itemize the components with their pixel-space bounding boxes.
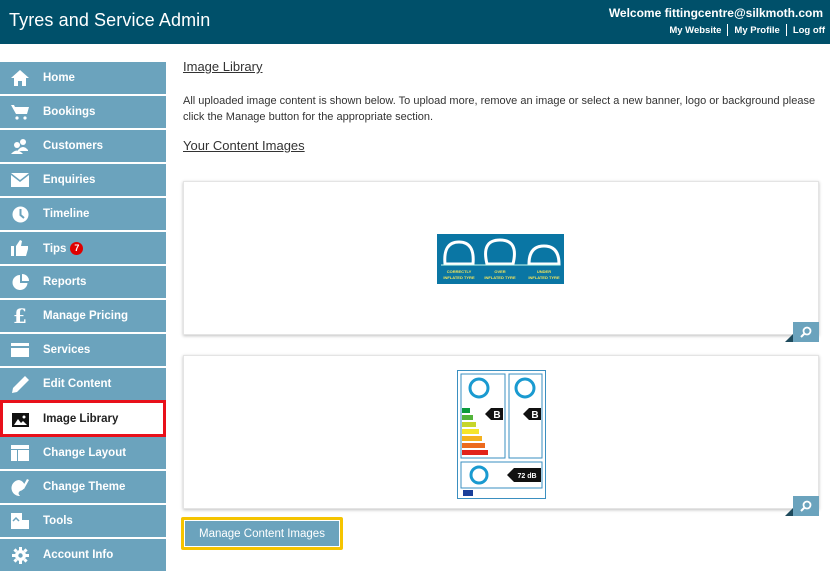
my-website-link[interactable]: My Website bbox=[669, 25, 721, 36]
users-icon bbox=[10, 137, 30, 155]
header-links: My Website My Profile Log off bbox=[669, 24, 825, 36]
sidebar-item-account-info[interactable]: Account Info bbox=[0, 539, 166, 571]
welcome-text: Welcome fittingcentre@silkmoth.com bbox=[608, 6, 823, 20]
sidebar-item-change-layout[interactable]: Change Layout bbox=[0, 437, 166, 469]
app-header: Tyres and Service Admin Welcome fittingc… bbox=[0, 0, 830, 44]
page-description: All uploaded image content is shown belo… bbox=[183, 95, 816, 123]
pie-chart-icon bbox=[10, 273, 30, 291]
zoom-image-button[interactable] bbox=[785, 496, 819, 516]
sidebar-item-label: Enquiries bbox=[43, 174, 96, 186]
page-title: Image Library bbox=[183, 59, 263, 74]
sidebar-item-label: Change Layout bbox=[43, 447, 127, 459]
sidebar-item-label: Image Library bbox=[43, 412, 119, 425]
sidebar-item-enquiries[interactable]: Enquiries bbox=[0, 164, 166, 196]
sidebar-item-label: Customers bbox=[43, 140, 104, 152]
thumbs-up-icon bbox=[10, 239, 30, 257]
envelope-icon bbox=[10, 171, 30, 189]
image-icon bbox=[10, 411, 30, 429]
sidebar-item-tools[interactable]: Tools bbox=[0, 505, 166, 537]
sidebar-item-change-theme[interactable]: Change Theme bbox=[0, 471, 166, 503]
sidebar-item-label: Timeline bbox=[43, 208, 90, 220]
sidebar-item-label: Reports bbox=[43, 276, 87, 288]
card-icon bbox=[10, 341, 30, 359]
caption-inflated-tyre: INFLATED TYRE bbox=[443, 275, 475, 280]
caption-correctly: CORRECTLY bbox=[447, 269, 472, 274]
tyre-inflation-image[interactable]: CORRECTLY INFLATED TYRE OVER INFLATED TY… bbox=[437, 234, 564, 284]
manage-content-images-button[interactable]: Manage Content Images bbox=[185, 521, 339, 546]
zoom-image-button[interactable] bbox=[785, 322, 819, 342]
section-title: Your Content Images bbox=[183, 138, 305, 153]
tips-count-badge: 7 bbox=[70, 241, 84, 255]
sidebar-item-timeline[interactable]: Timeline bbox=[0, 198, 166, 230]
app-title: Tyres and Service Admin bbox=[9, 10, 211, 30]
caption-inflated-tyre: INFLATED TYRE bbox=[484, 275, 516, 280]
home-icon bbox=[10, 69, 30, 87]
sidebar-item-label: Account Info bbox=[43, 549, 114, 561]
divider bbox=[727, 24, 729, 36]
main-content: Image Library All uploaded image content… bbox=[166, 44, 830, 572]
caption-over: OVER bbox=[494, 269, 505, 274]
eu-tyre-label-image[interactable]: B B 72 dB bbox=[457, 370, 546, 499]
cart-icon bbox=[10, 103, 30, 121]
fuel-grade: B bbox=[493, 410, 500, 421]
palette-icon bbox=[10, 478, 30, 496]
pound-icon: £ bbox=[13, 304, 27, 328]
sidebar-item-label: Change Theme bbox=[43, 481, 126, 493]
sidebar: Home Bookings Customers Enquiries Timeli… bbox=[0, 44, 166, 572]
sidebar-item-edit-content[interactable]: Edit Content bbox=[0, 368, 166, 400]
image-card: B B 72 dB bbox=[183, 355, 819, 516]
sidebar-item-manage-pricing[interactable]: £ Manage Pricing bbox=[0, 300, 166, 332]
sidebar-item-image-library[interactable]: Image Library bbox=[0, 400, 166, 437]
sidebar-item-label: Edit Content bbox=[43, 378, 112, 390]
noise-level: 72 dB bbox=[517, 473, 536, 480]
sidebar-item-home[interactable]: Home bbox=[0, 62, 166, 94]
sidebar-item-label: Services bbox=[43, 344, 91, 356]
sidebar-item-label: Home bbox=[43, 72, 75, 84]
sidebar-item-label: Tips 7 bbox=[43, 241, 84, 255]
clock-icon bbox=[10, 205, 30, 223]
sidebar-item-customers[interactable]: Customers bbox=[0, 130, 166, 162]
sidebar-item-bookings[interactable]: Bookings bbox=[0, 96, 166, 128]
sidebar-item-tips[interactable]: Tips 7 bbox=[0, 232, 166, 264]
pencil-icon bbox=[10, 375, 30, 393]
log-off-link[interactable]: Log off bbox=[793, 25, 825, 36]
sidebar-item-label: Bookings bbox=[43, 106, 96, 118]
manage-button-highlight: Manage Content Images bbox=[181, 517, 343, 550]
divider bbox=[785, 24, 787, 36]
sidebar-item-label: Tools bbox=[43, 515, 73, 527]
wet-grip-grade: B bbox=[531, 410, 538, 421]
layout-icon bbox=[10, 444, 30, 462]
tools-icon bbox=[10, 512, 30, 530]
sidebar-item-label: Manage Pricing bbox=[43, 310, 128, 322]
tips-label: Tips bbox=[43, 242, 67, 255]
gear-icon bbox=[10, 546, 30, 564]
sidebar-item-reports[interactable]: Reports bbox=[0, 266, 166, 298]
sidebar-item-services[interactable]: Services bbox=[0, 334, 166, 366]
magnifier-icon bbox=[800, 326, 812, 338]
my-profile-link[interactable]: My Profile bbox=[734, 25, 779, 36]
image-card: CORRECTLY INFLATED TYRE OVER INFLATED TY… bbox=[183, 181, 819, 342]
caption-inflated-tyre: INFLATED TYRE bbox=[528, 275, 560, 280]
caption-under: UNDER bbox=[537, 269, 551, 274]
magnifier-icon bbox=[800, 500, 812, 512]
